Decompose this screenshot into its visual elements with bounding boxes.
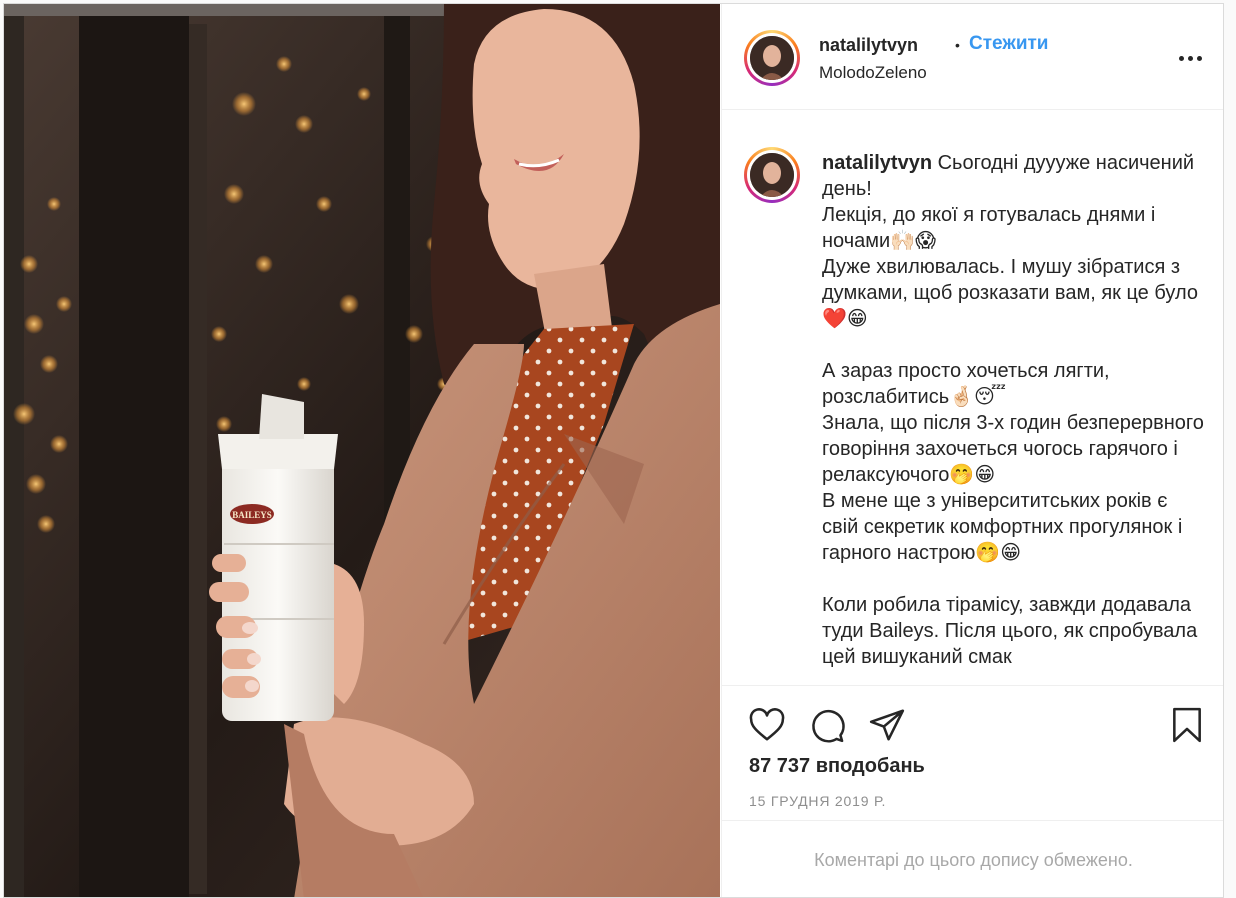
cup-logo: BAILEYS	[232, 510, 272, 520]
share-icon[interactable]	[868, 706, 906, 744]
caption-username[interactable]: natalilytvyn	[822, 152, 932, 174]
caption-text-block: natalilytvyn Сьогодні дуууже насичений д…	[822, 150, 1208, 670]
caption-avatar-image	[750, 153, 794, 197]
avatar[interactable]	[744, 30, 800, 86]
follow-button[interactable]: Стежити	[969, 33, 1048, 55]
post-photo[interactable]: BAILEYS	[4, 4, 720, 897]
comment-icon[interactable]	[808, 706, 846, 744]
separator-dot: •	[955, 37, 960, 53]
photo-illustration: BAILEYS	[4, 4, 720, 897]
location-link[interactable]: MolodoZeleno	[819, 63, 927, 83]
avatar-image	[750, 36, 794, 80]
likes-count[interactable]: 87 737 вподобань	[749, 755, 925, 778]
post-actions: 87 737 вподобань 15 ГРУДНЯ 2019 Р. Комен…	[722, 685, 1223, 897]
comments-limited-notice: Коментарі до цього допису обмежено.	[722, 820, 1223, 897]
caption-avatar[interactable]	[744, 147, 800, 203]
post-sidebar: natalilytvyn • Стежити MolodoZeleno nata…	[721, 4, 1223, 897]
caption-section: natalilytvyn Сьогодні дуууже насичений д…	[722, 111, 1223, 685]
heart-icon[interactable]	[748, 706, 786, 744]
more-horizontal-icon[interactable]	[1179, 48, 1203, 68]
post-frame: BAILEYS natalilytvyn • Стежити MolodoZel…	[3, 3, 1224, 898]
post-date[interactable]: 15 ГРУДНЯ 2019 Р.	[749, 793, 886, 809]
caption-body: Сьогодні дуууже насичений день! Лекція, …	[822, 152, 1204, 668]
post-header: natalilytvyn • Стежити MolodoZeleno	[722, 4, 1223, 110]
bookmark-icon[interactable]	[1168, 706, 1206, 744]
header-username[interactable]: natalilytvyn	[819, 35, 918, 56]
